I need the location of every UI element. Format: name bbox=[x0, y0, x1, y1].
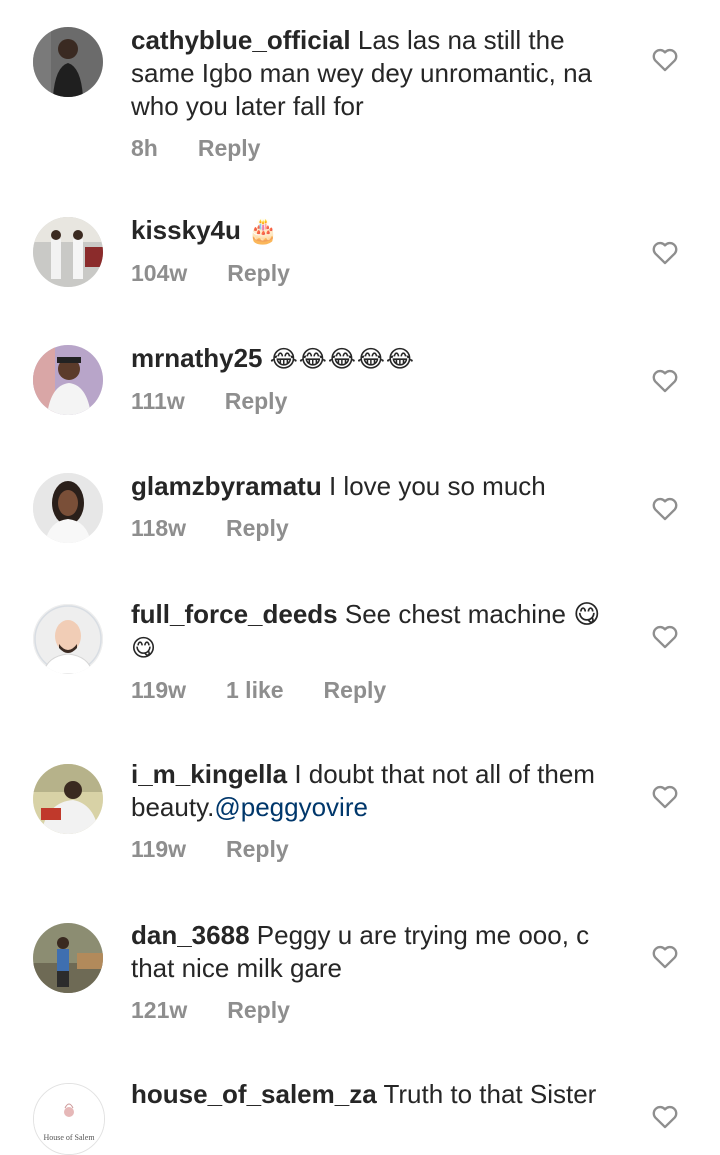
comment-emoji: 🎂 bbox=[248, 218, 279, 245]
username[interactable]: cathyblue_official bbox=[131, 25, 351, 55]
like-button[interactable] bbox=[651, 943, 679, 969]
comment-time: 121w bbox=[131, 997, 188, 1023]
comment-text-line-1: See chest machine 😋 bbox=[344, 599, 601, 629]
comment-emoji: 😂😂😂😂😂 bbox=[269, 346, 415, 373]
comment-time: 8h bbox=[131, 135, 158, 161]
comment-time: 104w bbox=[131, 260, 188, 286]
avatar-photo bbox=[33, 764, 103, 834]
comment-text: full_force_deeds See chest machine 😋 😋 bbox=[131, 598, 631, 665]
heart-outline-icon bbox=[652, 369, 678, 393]
username[interactable]: mrnathy25 bbox=[131, 343, 263, 373]
avatar[interactable] bbox=[33, 764, 103, 834]
comment-text-line-1: Las las na still the bbox=[357, 25, 565, 55]
like-button[interactable] bbox=[651, 1103, 679, 1129]
like-button[interactable] bbox=[651, 367, 679, 393]
avatar-photo bbox=[33, 604, 103, 674]
comment-text-line-1: I love you so much bbox=[328, 471, 546, 501]
like-count[interactable]: 1 like bbox=[226, 677, 284, 704]
comment-time: 111w bbox=[131, 388, 185, 414]
like-button[interactable] bbox=[651, 46, 679, 72]
username[interactable]: full_force_deeds bbox=[131, 599, 338, 629]
avatar[interactable] bbox=[33, 345, 103, 415]
reply-button[interactable]: Reply bbox=[227, 260, 290, 287]
like-button[interactable] bbox=[651, 623, 679, 649]
heart-outline-icon bbox=[652, 497, 678, 521]
reply-button[interactable]: Reply bbox=[225, 388, 288, 415]
avatar[interactable] bbox=[33, 217, 103, 287]
comment-text: i_m_kingella I doubt that not all of the… bbox=[131, 758, 631, 824]
reply-button[interactable]: Reply bbox=[324, 677, 387, 704]
comment-time: 119w bbox=[131, 836, 186, 862]
avatar-logo bbox=[34, 1084, 104, 1154]
username[interactable]: dan_3688 bbox=[131, 920, 250, 950]
username[interactable]: glamzbyramatu bbox=[131, 471, 322, 501]
like-button[interactable] bbox=[651, 495, 679, 521]
comment-text: kissky4u 🎂 bbox=[131, 214, 631, 248]
comment-text: house_of_salem_za Truth to that Sister bbox=[131, 1078, 631, 1111]
username[interactable]: kissky4u bbox=[131, 215, 241, 245]
comment-text: mrnathy25 😂😂😂😂😂 bbox=[131, 342, 631, 376]
avatar-photo bbox=[33, 345, 103, 415]
comment-time: 118w bbox=[131, 515, 186, 541]
username[interactable]: house_of_salem_za bbox=[131, 1079, 377, 1109]
avatar[interactable]: House of Salem bbox=[33, 1083, 105, 1155]
reply-button[interactable]: Reply bbox=[227, 997, 290, 1024]
avatar[interactable] bbox=[33, 473, 103, 543]
heart-outline-icon bbox=[652, 945, 678, 969]
heart-outline-icon bbox=[652, 48, 678, 72]
avatar-logo-text: House of Salem bbox=[43, 1133, 95, 1142]
comment-text: dan_3688 Peggy u are trying me ooo, c th… bbox=[131, 919, 631, 985]
comment-text: cathyblue_official Las las na still the … bbox=[131, 24, 631, 123]
like-button[interactable] bbox=[651, 783, 679, 809]
comment-text-line-2: same Igbo man wey dey unromantic, na bbox=[131, 58, 593, 88]
avatar-photo bbox=[33, 923, 103, 993]
reply-button[interactable]: Reply bbox=[198, 135, 261, 162]
comment-text: glamzbyramatu I love you so much bbox=[131, 470, 631, 503]
heart-outline-icon bbox=[652, 241, 678, 265]
avatar[interactable] bbox=[33, 923, 103, 993]
comment-text-line-2: that nice milk gare bbox=[131, 953, 342, 983]
mention-link[interactable]: @peggyovire bbox=[214, 792, 368, 822]
avatar[interactable] bbox=[33, 604, 103, 674]
like-button[interactable] bbox=[651, 239, 679, 265]
comment-text-line-3: who you later fall for bbox=[131, 91, 364, 121]
heart-outline-icon bbox=[652, 785, 678, 809]
username[interactable]: i_m_kingella bbox=[131, 759, 287, 789]
comment-text-line-1: I doubt that not all of them bbox=[294, 759, 595, 789]
avatar-photo bbox=[33, 217, 103, 287]
comment-time: 119w bbox=[131, 677, 186, 703]
avatar[interactable] bbox=[33, 27, 103, 97]
heart-outline-icon bbox=[652, 1105, 678, 1129]
reply-button[interactable]: Reply bbox=[226, 836, 289, 863]
comment-text-line-2: beauty. bbox=[131, 792, 215, 822]
reply-button[interactable]: Reply bbox=[226, 515, 289, 542]
comment-text-line-2: 😋 bbox=[131, 635, 158, 662]
heart-outline-icon bbox=[652, 625, 678, 649]
comment-text-line-1: Truth to that Sister bbox=[383, 1079, 597, 1109]
comments-list: cathyblue_official Las las na still the … bbox=[0, 0, 720, 1155]
comment-text-line-1: Peggy u are trying me ooo, c bbox=[256, 920, 590, 950]
avatar-photo bbox=[33, 27, 103, 97]
avatar-photo bbox=[33, 473, 103, 543]
